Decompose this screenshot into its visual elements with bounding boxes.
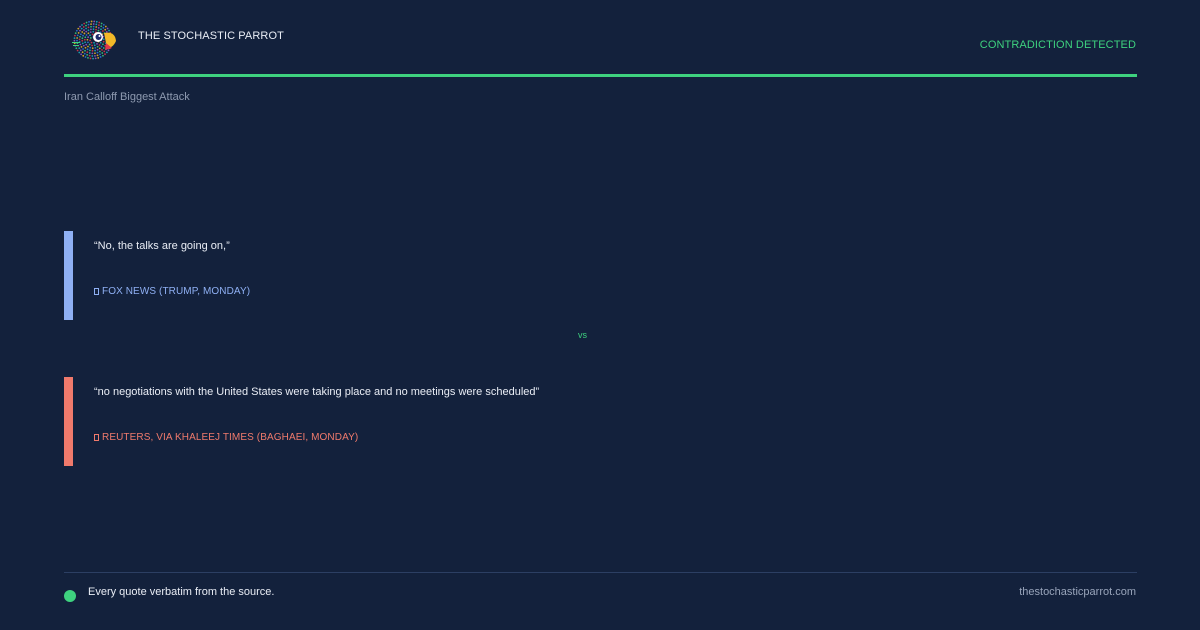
quote-source-label: REUTERS, VIA KHALEEJ TIMES (BAGHAEI, MON…	[102, 432, 359, 443]
status-dot-icon	[64, 590, 76, 602]
quote-card-1: “No, the talks are going on,” FOX NEWS (…	[64, 231, 964, 320]
quote-card-2: “no negotiations with the United States …	[64, 377, 964, 466]
brand-title: THE STOCHASTIC PARROT	[138, 30, 284, 42]
quote-text: “No, the talks are going on,”	[94, 240, 230, 252]
quote-source: FOX NEWS (TRUMP, MONDAY)	[94, 286, 250, 297]
contradiction-status-badge: CONTRADICTION DETECTED	[979, 39, 1136, 51]
footer-divider	[64, 572, 1137, 573]
quote-accent-bar	[64, 377, 73, 466]
vs-separator: vs	[578, 330, 587, 340]
source-glyph-icon	[94, 434, 99, 441]
quote-accent-bar	[64, 231, 73, 320]
header-divider	[64, 74, 1137, 77]
quote-text: “no negotiations with the United States …	[94, 386, 540, 398]
quote-source: REUTERS, VIA KHALEEJ TIMES (BAGHAEI, MON…	[94, 432, 358, 443]
quote-source-label: FOX NEWS (TRUMP, MONDAY)	[102, 286, 251, 297]
source-glyph-icon	[94, 288, 99, 295]
parrot-logo-icon	[68, 17, 118, 63]
footer-url-link[interactable]: thestochasticparrot.com	[1019, 586, 1136, 598]
footer-note: Every quote verbatim from the source.	[88, 586, 275, 598]
topic-title: Iran Calloff Biggest Attack	[64, 91, 190, 103]
